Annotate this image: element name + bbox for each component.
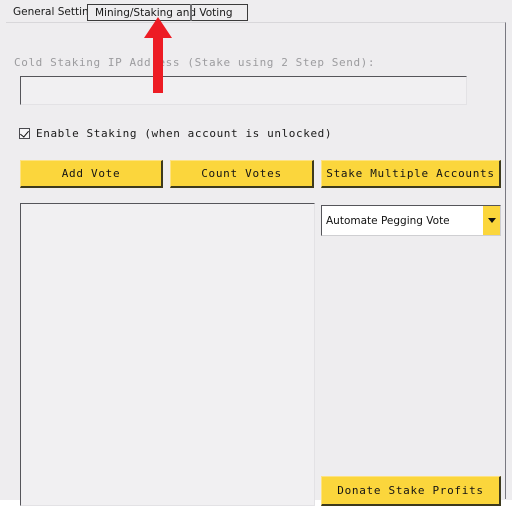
automate-pegging-vote-dropdown[interactable]: Automate Pegging Vote	[321, 205, 501, 236]
mining-staking-voting-panel: Cold Staking IP Address (Stake using 2 S…	[6, 22, 506, 506]
vote-list-box[interactable]	[20, 203, 315, 506]
enable-staking-checkbox[interactable]	[19, 127, 30, 139]
dropdown-selected-value: Automate Pegging Vote	[326, 214, 450, 227]
donate-stake-profits-button[interactable]: Donate Stake Profits	[321, 476, 501, 506]
enable-staking-label: Enable Staking (when account is unlocked…	[36, 126, 333, 140]
enable-staking-row[interactable]: Enable Staking (when account is unlocked…	[19, 126, 332, 140]
chevron-down-icon[interactable]	[483, 206, 500, 235]
tab-strip: General Settings Mining/Staking and Voti…	[0, 0, 512, 24]
tab-mining-staking-and-voting[interactable]: Mining/Staking and Voting	[87, 4, 248, 21]
cold-staking-ip-label: Cold Staking IP Address (Stake using 2 S…	[14, 56, 376, 69]
stake-multiple-accounts-button[interactable]: Stake Multiple Accounts	[321, 160, 501, 188]
settings-window: General Settings Mining/Staking and Voti…	[0, 0, 512, 506]
cold-staking-ip-input[interactable]	[20, 76, 467, 105]
count-votes-button[interactable]: Count Votes	[170, 160, 314, 188]
tab-right-edge-divider	[190, 4, 192, 21]
add-vote-button[interactable]: Add Vote	[20, 160, 163, 188]
